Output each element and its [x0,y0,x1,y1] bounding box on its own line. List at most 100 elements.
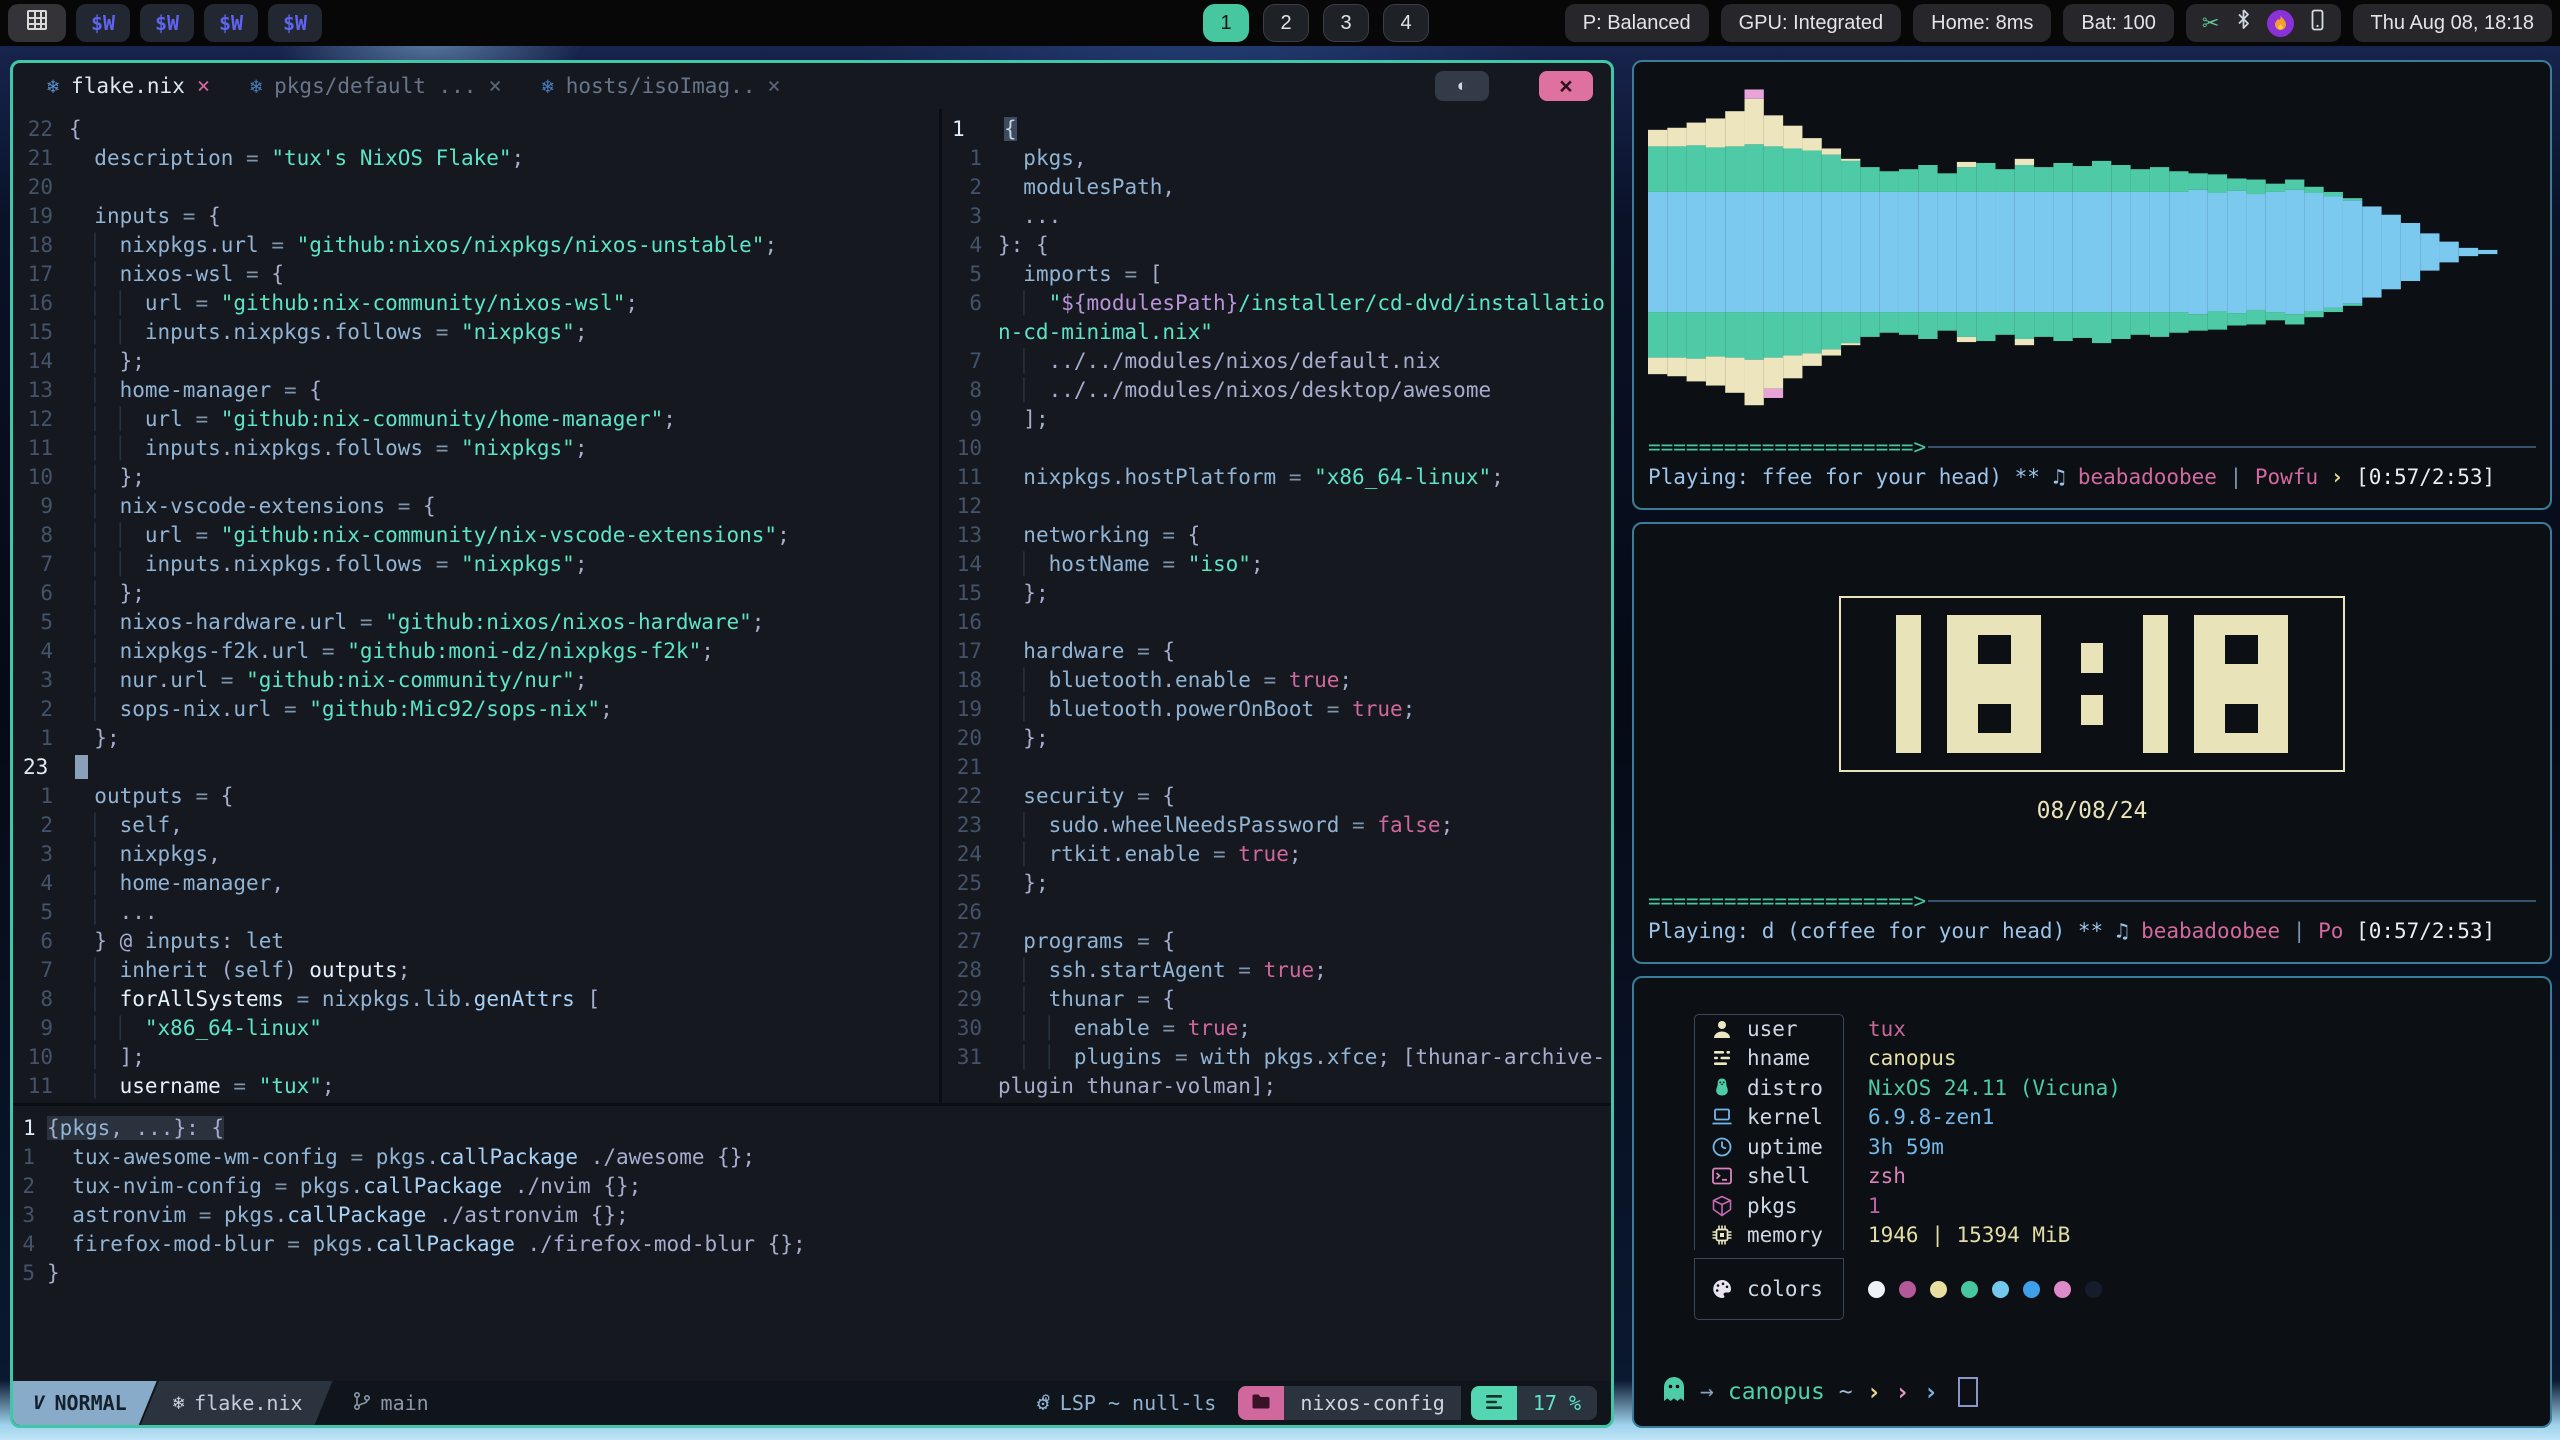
phone-icon[interactable] [2310,9,2325,37]
code-token: beabadoobee [2078,465,2217,489]
code-token: = [284,987,322,1011]
tab-close-icon[interactable]: × [767,74,780,99]
screenshot-scissors-icon[interactable]: ✂ [2202,11,2220,36]
code-token: follows [335,436,424,460]
tab-close-icon[interactable]: × [197,74,210,99]
code-token: ./nvim [502,1174,603,1198]
code-pane-flake[interactable]: 22{21 description = "tux's NixOS Flake";… [13,109,939,1103]
code-token: ssh [1049,958,1087,982]
code-token: , [1162,175,1175,199]
swallow-icon-1[interactable]: $W [76,4,130,42]
code-token: , [271,871,284,895]
line-number: 9 [942,405,998,434]
code-token: enable [1175,668,1251,692]
launcher-cluster: $W $W $W $W [8,4,322,42]
swallow-icon-2[interactable]: $W [140,4,194,42]
line-number: 1 [13,1114,47,1143]
code-token: } [173,1116,186,1140]
app-launcher-button[interactable] [8,4,66,42]
code-token: { [423,494,436,518]
color-dot [2054,1281,2071,1298]
code-token: ▏ [120,407,145,431]
code-line: 7 ▏ ../../modules/nixos/default.nix [942,347,1611,376]
tag-1[interactable]: 1 [1203,4,1249,42]
code-token: Playing: d (coffee for your head) ** [1648,919,2116,943]
flame-tray-icon[interactable] [2267,10,2294,37]
code-token: "github:nixos/nixos-hardware" [385,610,752,634]
code-token: ▏ [94,842,119,866]
code-line: 3 ▏ nixpkgs, [13,840,939,869]
fetch-label-hname: hname [1694,1044,1844,1074]
line-number: 12 [942,492,998,521]
code-line: 20 }; [942,724,1611,753]
code-token: ../../modules/nixos/default.nix [1049,349,1441,373]
code-line: 7 ▏ inherit (self) outputs; [13,956,939,985]
terminal-cursor[interactable] [1958,1377,1978,1407]
code-line: 5 ▏ nixos-hardware.url = "github:nixos/n… [13,608,939,637]
code-token: › [2331,465,2356,489]
code-token [69,233,94,257]
code-token: "x86_64-linux" [145,1016,322,1040]
code-token: { [1162,784,1175,808]
code-token: ▏ [1023,378,1048,402]
line-number: 4 [942,231,998,260]
code-token: "github:nix-community/nixos-wsl" [221,291,626,315]
tab-pkgs-default[interactable]: ❄ pkgs/default ... × [250,74,502,99]
code-line: 6 ▏ }; [13,579,939,608]
code-token: . [322,552,335,576]
code-pane-isoimage[interactable]: 1{1 pkgs,2 modulesPath,3 ...4}: {5 impor… [942,109,1611,1103]
code-token: = [309,639,347,663]
code-token: ; [1036,407,1049,431]
code-token [998,523,1023,547]
shell-prompt[interactable]: →canopus~››› [1648,1372,2536,1412]
fetch-label-kernel: kernel [1694,1103,1844,1133]
tag-4[interactable]: 4 [1383,4,1429,42]
swallow-icon-3[interactable]: $W [204,4,258,42]
code-token: . [322,436,335,460]
code-token: . [410,987,423,1011]
line-number: 10 [13,463,69,492]
git-branch-segment[interactable]: main [331,1381,429,1425]
progress-rule [1928,900,2536,902]
code-token: } [1023,581,1036,605]
code-line: 15 }; [942,579,1611,608]
tag-3[interactable]: 3 [1323,4,1369,42]
code-token: pkgs [300,1174,351,1198]
bluetooth-icon[interactable] [2236,9,2251,37]
tab-hosts-isoimage[interactable]: ❄ hosts/isoImag.. × [542,74,781,99]
datetime-status[interactable]: Thu Aug 08, 18:18 [2353,4,2552,42]
code-token: ▏ [94,262,119,286]
tab-close-icon[interactable]: × [488,74,501,99]
code-line: 3 ... [942,202,1611,231]
code-token: {}; [591,1203,629,1227]
code-token: Playing: ffee for your head) ** [1648,465,2053,489]
code-token: ; [512,146,525,170]
code-token: true [1238,842,1289,866]
code-pane-pkgs-default[interactable]: 1{pkgs, ...}: {1 tux-awesome-wm-config =… [13,1103,1611,1381]
line-number: 27 [942,927,998,956]
code-token: lib [423,987,461,1011]
window-toggle-button[interactable]: ◐ [1435,71,1489,101]
progress-arrow: =====================> [1648,889,1926,913]
code-token: } [1023,726,1036,750]
code-token [69,842,94,866]
code-token: ▏ [1023,1045,1048,1069]
package-icon [1711,1195,1733,1217]
code-line: 6 } @ inputs: let [13,927,939,956]
gear-icon: ⚙⚙ [1037,1391,1050,1415]
code-token [998,871,1023,895]
code-token: . [1162,697,1175,721]
code-token: ▏ [1023,958,1048,982]
tag-2[interactable]: 2 [1263,4,1309,42]
swallow-icon-4[interactable]: $W [268,4,322,42]
code-token [998,146,1023,170]
statusline-filename: ❄ flake.nix [141,1381,333,1425]
neovim-window[interactable]: ❄ flake.nix × ❄ pkgs/default ... × ❄ hos… [10,60,1614,1428]
line-number: 23 [942,811,998,840]
code-token: ; [575,436,588,460]
code-line: 5 imports = [ [942,260,1611,289]
palette-icon [1711,1278,1733,1300]
tab-flake-nix[interactable]: ❄ flake.nix × [47,74,210,99]
window-close-button[interactable]: × [1539,71,1593,101]
code-token: = [347,610,385,634]
